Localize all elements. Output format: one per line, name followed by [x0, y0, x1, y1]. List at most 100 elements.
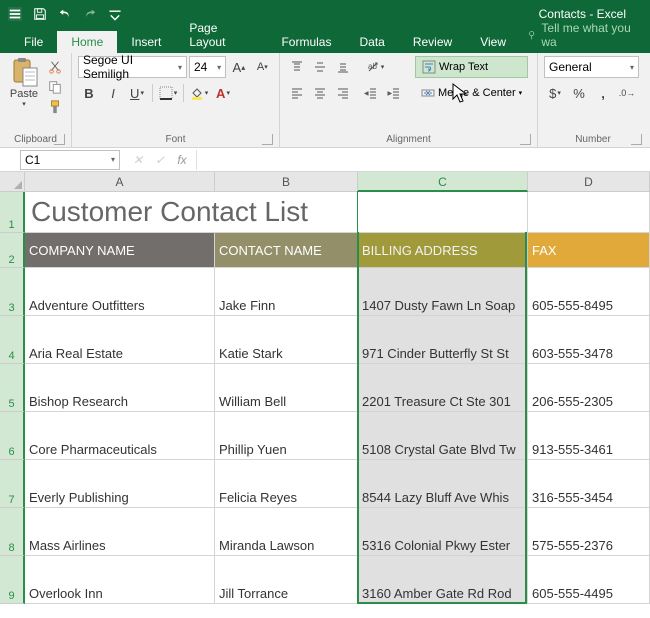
table-cell[interactable]: 206-555-2305 — [528, 364, 650, 412]
column-header-C[interactable]: C — [358, 172, 528, 192]
cell[interactable] — [528, 192, 650, 233]
column-header-B[interactable]: B — [215, 172, 358, 192]
tab-review[interactable]: Review — [399, 31, 466, 53]
table-header[interactable]: COMPANY NAME — [25, 233, 215, 268]
copy-icon[interactable] — [45, 78, 65, 96]
table-cell[interactable]: 575-555-2376 — [528, 508, 650, 556]
italic-button[interactable]: I — [102, 82, 124, 104]
decrease-font-icon[interactable]: A▾ — [252, 56, 273, 78]
table-cell[interactable]: 2201 Treasure Ct Ste 301 — [358, 364, 528, 412]
font-name-combo[interactable]: Segoe UI Semiligh▾ — [78, 56, 187, 78]
align-center-icon[interactable] — [309, 82, 331, 104]
align-middle-icon[interactable] — [309, 56, 331, 78]
table-cell[interactable]: 316-555-3454 — [528, 460, 650, 508]
align-right-icon[interactable] — [332, 82, 354, 104]
wrap-text-button[interactable]: Wrap Text — [415, 56, 528, 78]
ribbon-tabs: File Home Insert Page Layout Formulas Da… — [0, 28, 650, 53]
enter-formula-icon[interactable]: ✓ — [150, 150, 170, 170]
tab-insert[interactable]: Insert — [117, 31, 175, 53]
orientation-icon[interactable]: ab▾ — [360, 56, 390, 78]
table-cell[interactable]: Jill Torrance — [215, 556, 358, 604]
table-cell[interactable]: 913-555-3461 — [528, 412, 650, 460]
redo-icon[interactable] — [79, 3, 101, 25]
table-header[interactable]: CONTACT NAME — [215, 233, 358, 268]
table-cell[interactable]: 5108 Crystal Gate Blvd Tw — [358, 412, 528, 460]
row-header-7[interactable]: 7 — [0, 460, 25, 508]
table-cell[interactable]: Everly Publishing — [25, 460, 215, 508]
insert-function-icon[interactable]: fx — [172, 150, 192, 170]
table-cell[interactable]: Overlook Inn — [25, 556, 215, 604]
table-cell[interactable]: Phillip Yuen — [215, 412, 358, 460]
table-cell[interactable]: 1407 Dusty Fawn Ln Soap — [358, 268, 528, 316]
cell[interactable] — [358, 192, 528, 233]
align-left-icon[interactable] — [286, 82, 308, 104]
paste-button[interactable]: Paste ▾ — [6, 56, 42, 108]
align-bottom-icon[interactable] — [332, 56, 354, 78]
name-box[interactable]: C1▾ — [20, 150, 120, 170]
tab-home[interactable]: Home — [57, 31, 117, 53]
tab-file[interactable]: File — [10, 31, 57, 53]
table-cell[interactable]: Aria Real Estate — [25, 316, 215, 364]
tell-me-search[interactable]: Tell me what you wa — [520, 17, 650, 53]
table-header[interactable]: BILLING ADDRESS — [358, 233, 528, 268]
increase-font-icon[interactable]: A▴ — [228, 56, 249, 78]
row-header-1[interactable]: 1 — [0, 192, 25, 233]
percent-format-icon[interactable]: % — [568, 82, 590, 104]
increase-decimal-icon[interactable]: .0→ — [616, 82, 638, 104]
tab-view[interactable]: View — [466, 31, 520, 53]
font-color-icon[interactable]: A▾ — [212, 82, 234, 104]
number-format-combo[interactable]: General▾ — [544, 56, 639, 78]
increase-indent-icon[interactable] — [383, 82, 405, 104]
bold-button[interactable]: B — [78, 82, 100, 104]
table-cell[interactable]: Core Pharmaceuticals — [25, 412, 215, 460]
column-header-D[interactable]: D — [528, 172, 650, 192]
row-header-2[interactable]: 2 — [0, 233, 25, 268]
borders-icon[interactable]: ▾ — [157, 82, 179, 104]
table-cell[interactable]: 605-555-8495 — [528, 268, 650, 316]
cut-icon[interactable] — [45, 58, 65, 76]
cancel-formula-icon[interactable]: ✕ — [128, 150, 148, 170]
table-cell[interactable]: Katie Stark — [215, 316, 358, 364]
row-header-5[interactable]: 5 — [0, 364, 25, 412]
table-cell[interactable]: Bishop Research — [25, 364, 215, 412]
formula-bar-row: C1▾ ✕ ✓ fx — [0, 148, 650, 172]
accounting-format-icon[interactable]: $▾ — [544, 82, 566, 104]
table-cell[interactable]: 603-555-3478 — [528, 316, 650, 364]
table-cell[interactable]: Adventure Outfitters — [25, 268, 215, 316]
row-header-4[interactable]: 4 — [0, 316, 25, 364]
underline-button[interactable]: U▾ — [126, 82, 148, 104]
table-cell[interactable]: Jake Finn — [215, 268, 358, 316]
table-header[interactable]: FAX — [528, 233, 650, 268]
tab-data[interactable]: Data — [345, 31, 398, 53]
fill-color-icon[interactable]: ▾ — [188, 82, 210, 104]
decrease-indent-icon[interactable] — [360, 82, 382, 104]
tab-page-layout[interactable]: Page Layout — [175, 17, 267, 53]
merge-center-button[interactable]: Merge & Center ▾ — [415, 82, 528, 104]
row-header-8[interactable]: 8 — [0, 508, 25, 556]
title-cell[interactable]: Customer Contact List — [25, 192, 358, 233]
save-icon[interactable] — [29, 3, 51, 25]
comma-format-icon[interactable]: , — [592, 82, 614, 104]
tab-formulas[interactable]: Formulas — [267, 31, 345, 53]
align-top-icon[interactable] — [286, 56, 308, 78]
table-cell[interactable]: William Bell — [215, 364, 358, 412]
table-cell[interactable]: 971 Cinder Butterfly St St — [358, 316, 528, 364]
table-cell[interactable]: Mass Airlines — [25, 508, 215, 556]
table-cell[interactable]: 3160 Amber Gate Rd Rod — [358, 556, 528, 604]
undo-icon[interactable] — [54, 3, 76, 25]
font-size-combo[interactable]: 24▾ — [189, 56, 226, 78]
table-cell[interactable]: Felicia Reyes — [215, 460, 358, 508]
table-cell[interactable]: 605-555-4495 — [528, 556, 650, 604]
row-header-9[interactable]: 9 — [0, 556, 25, 604]
select-all-corner[interactable] — [0, 172, 25, 192]
row-header-3[interactable]: 3 — [0, 268, 25, 316]
formula-bar[interactable] — [196, 150, 650, 170]
qat-customize-icon[interactable] — [104, 3, 126, 25]
table-cell[interactable]: 5316 Colonial Pkwy Ester — [358, 508, 528, 556]
clipboard-group-label: Clipboard — [6, 133, 65, 146]
row-header-6[interactable]: 6 — [0, 412, 25, 460]
table-cell[interactable]: Miranda Lawson — [215, 508, 358, 556]
table-cell[interactable]: 8544 Lazy Bluff Ave Whis — [358, 460, 528, 508]
column-header-A[interactable]: A — [25, 172, 215, 192]
format-painter-icon[interactable] — [45, 98, 65, 116]
